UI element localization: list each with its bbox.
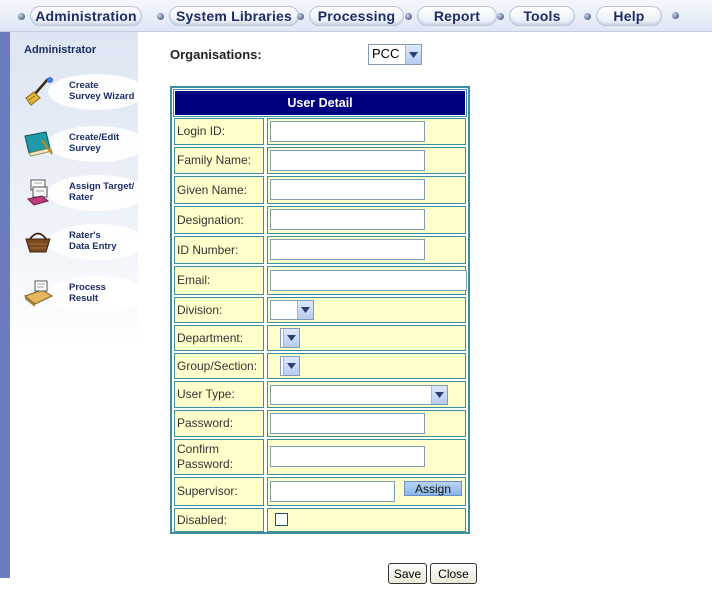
- bullet-icon: [405, 12, 412, 20]
- menu-item-system-libraries[interactable]: System Libraries: [157, 5, 299, 27]
- disabled-checkbox[interactable]: [275, 513, 288, 526]
- menu-item-label[interactable]: System Libraries: [169, 6, 299, 26]
- organisations-selected-value: PCC: [372, 46, 400, 61]
- field-label-group-section: Group/Section:: [174, 353, 264, 379]
- field-cell: [267, 353, 466, 379]
- assign-target-papers-icon: [26, 179, 50, 206]
- confirm-password-input[interactable]: [270, 446, 425, 467]
- user-type-select[interactable]: [270, 385, 448, 405]
- field-cell: [267, 381, 466, 408]
- menu-item-tools[interactable]: Tools: [497, 5, 575, 27]
- sidebar-item-label: Process Result: [69, 282, 106, 304]
- menu-item-administration[interactable]: Administration: [18, 5, 142, 27]
- chevron-down-icon[interactable]: [297, 301, 313, 319]
- sidebar-title: Administrator: [24, 44, 97, 56]
- sidebar-item-create-survey-wizard[interactable]: Create Survey Wizard: [20, 72, 146, 112]
- field-cell: [267, 236, 466, 264]
- bullet-icon: [18, 12, 25, 20]
- left-accent-strip: [0, 32, 10, 578]
- menu-item-help[interactable]: Help: [584, 5, 662, 27]
- field-label-confirm-password: Confirm Password:: [174, 439, 264, 475]
- field-cell: [267, 147, 466, 174]
- bullet-icon: [297, 12, 304, 20]
- field-cell: [267, 297, 466, 323]
- division-selected-value: [271, 301, 297, 319]
- sidebar: Administrator Create Survey Wizard Creat…: [10, 32, 146, 346]
- menu-item-label[interactable]: Processing: [309, 6, 404, 26]
- sidebar-item-assign-target-rater[interactable]: Assign Target/ Rater: [20, 173, 146, 213]
- sidebar-item-label: Rater's Data Entry: [69, 230, 117, 252]
- field-cell: [267, 176, 466, 204]
- bullet-icon: [157, 12, 164, 20]
- survey-wizard-broom-icon: [25, 77, 53, 106]
- login-id-input[interactable]: [270, 121, 425, 142]
- field-label-family-name: Family Name:: [174, 147, 264, 174]
- close-button[interactable]: Close: [430, 563, 477, 584]
- field-label-password: Password:: [174, 410, 264, 437]
- field-cell: [267, 410, 466, 437]
- sidebar-item-label: Assign Target/ Rater: [69, 181, 135, 203]
- assign-button[interactable]: Assign: [404, 481, 462, 496]
- field-label-designation: Designation:: [174, 206, 264, 234]
- process-result-machine-icon: [23, 280, 54, 307]
- user-detail-form: User Detail Login ID: Family Name: Given…: [170, 86, 470, 534]
- top-menu-bar: Administration System Libraries Processi…: [0, 0, 712, 32]
- field-cell: [267, 439, 466, 475]
- chevron-down-icon[interactable]: [283, 357, 299, 375]
- field-cell: [267, 206, 466, 234]
- field-label-disabled: Disabled:: [174, 508, 264, 532]
- menu-item-label[interactable]: Report: [417, 6, 497, 26]
- menu-item-label[interactable]: Help: [596, 6, 662, 26]
- sidebar-item-raters-data-entry[interactable]: Rater's Data Entry: [20, 222, 146, 262]
- division-select[interactable]: [270, 300, 314, 320]
- sidebar-item-create-edit-survey[interactable]: Create/Edit Survey: [20, 124, 146, 164]
- field-label-division: Division:: [174, 297, 264, 323]
- field-label-email: Email:: [174, 266, 264, 295]
- field-label-given-name: Given Name:: [174, 176, 264, 204]
- bullet-icon: [672, 12, 679, 19]
- chevron-down-icon[interactable]: [283, 329, 299, 347]
- designation-input[interactable]: [270, 209, 425, 230]
- form-title: User Detail: [173, 89, 467, 117]
- field-cell: [267, 118, 466, 145]
- id-number-input[interactable]: [270, 239, 425, 260]
- organisations-select[interactable]: PCC: [368, 44, 422, 65]
- field-label-id-number: ID Number:: [174, 236, 264, 264]
- sidebar-item-process-result[interactable]: Process Result: [20, 274, 146, 314]
- field-cell: [267, 266, 467, 295]
- department-select[interactable]: [280, 328, 300, 348]
- sidebar-item-label: Create/Edit Survey: [69, 132, 120, 154]
- field-label-user-type: User Type:: [174, 381, 264, 408]
- field-cell: [267, 325, 466, 351]
- menu-item-label[interactable]: Administration: [30, 6, 142, 26]
- field-cell: Assign: [267, 477, 466, 506]
- supervisor-input[interactable]: [270, 481, 395, 502]
- organisations-label: Organisations:: [170, 47, 262, 62]
- chevron-down-icon[interactable]: [431, 386, 447, 404]
- sidebar-item-label: Create Survey Wizard: [69, 80, 135, 102]
- family-name-input[interactable]: [270, 150, 425, 171]
- menu-item-report[interactable]: Report: [405, 5, 497, 27]
- save-button[interactable]: Save: [388, 563, 427, 584]
- menu-item-label[interactable]: Tools: [509, 6, 575, 26]
- password-input[interactable]: [270, 413, 425, 434]
- field-label-login-id: Login ID:: [174, 118, 264, 145]
- chevron-down-icon[interactable]: [405, 45, 421, 64]
- menu-item-processing[interactable]: Processing: [297, 5, 404, 27]
- bullet-icon: [584, 12, 591, 20]
- group-section-select[interactable]: [280, 356, 300, 376]
- field-cell: [267, 508, 466, 532]
- field-label-supervisor: Supervisor:: [174, 477, 264, 506]
- bullet-icon: [497, 12, 504, 20]
- email-input[interactable]: [270, 270, 467, 291]
- field-label-department: Department:: [174, 325, 264, 351]
- data-entry-basket-icon: [25, 232, 51, 253]
- edit-survey-book-icon: [24, 131, 53, 157]
- given-name-input[interactable]: [270, 179, 425, 200]
- user-type-selected-value: [271, 386, 431, 404]
